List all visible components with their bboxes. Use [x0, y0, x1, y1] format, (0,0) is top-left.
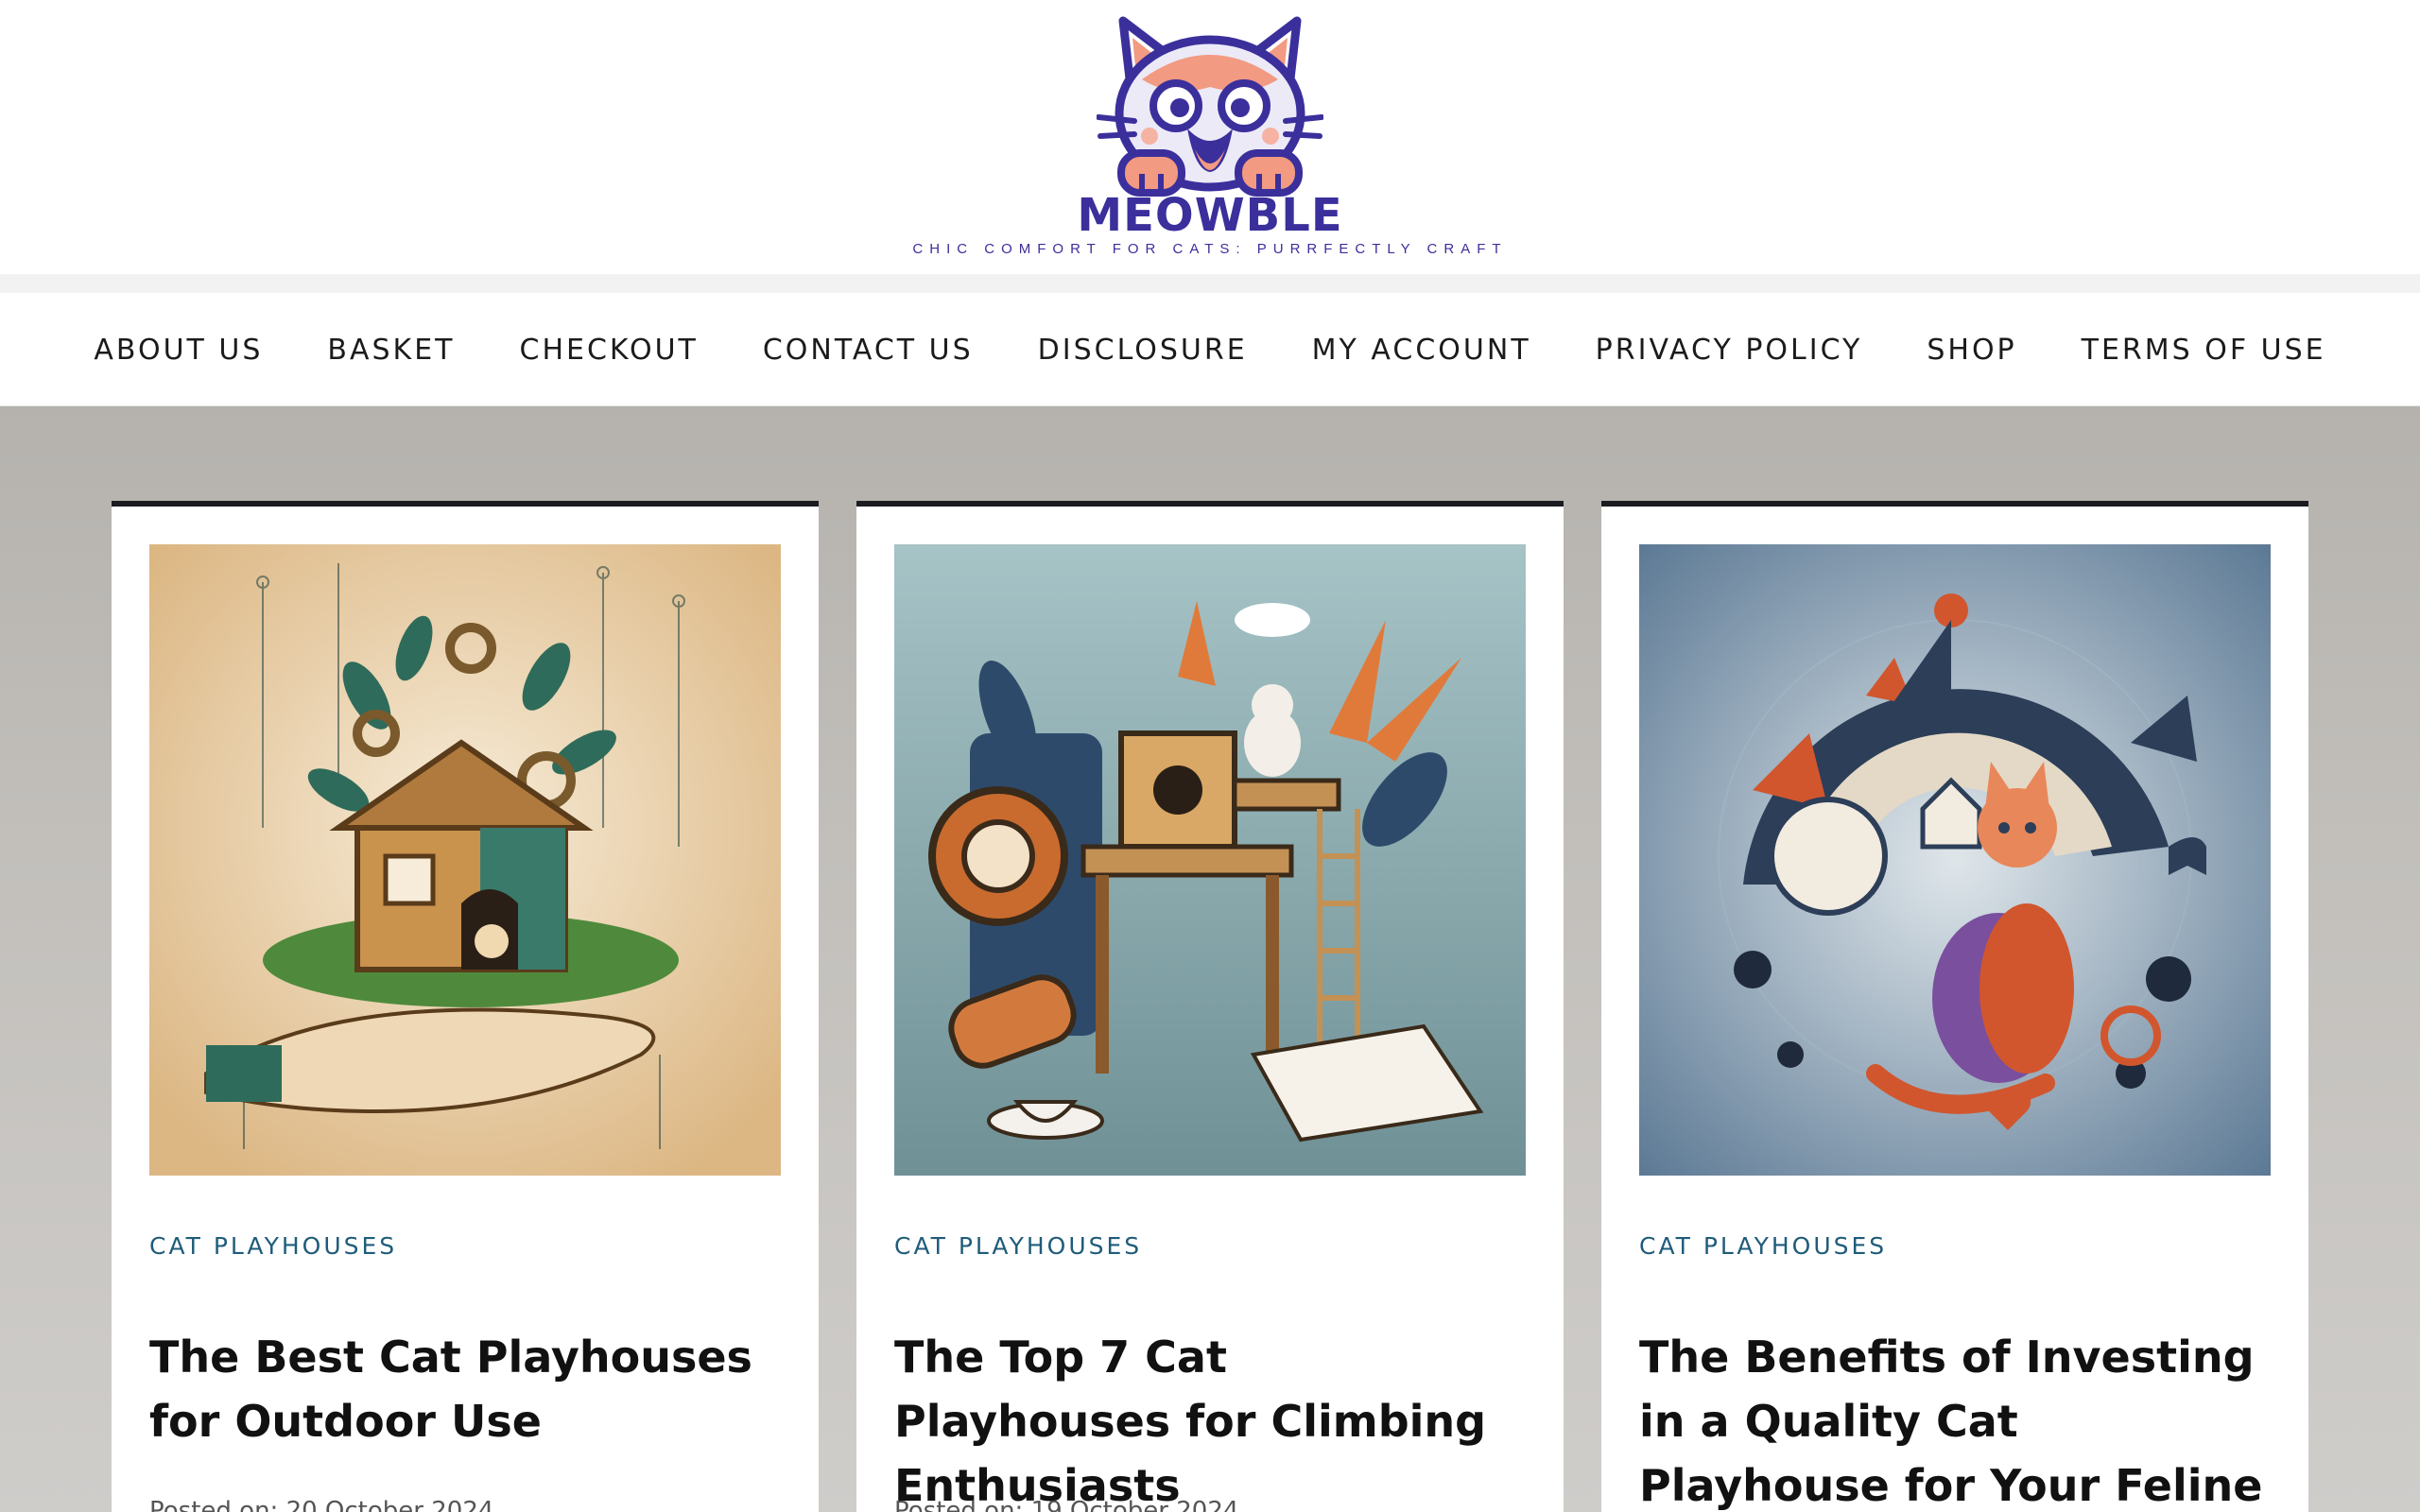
post-date: Posted on: 19 October 2024 [894, 1497, 1239, 1512]
site-header: MEOWBLE CHIC COMFORT FOR CATS: PURRFECTL… [0, 0, 2420, 274]
post-title[interactable]: The Benefits of Investing in a Quality C… [1639, 1325, 2263, 1512]
nav-item-terms-of-use[interactable]: TERMS OF USE [2049, 334, 2359, 367]
nav-item-shop[interactable]: SHOP [1894, 334, 2048, 367]
nav-item-privacy-policy[interactable]: PRIVACY POLICY [1564, 334, 1895, 367]
nav-item-checkout[interactable]: CHECKOUT [488, 334, 731, 367]
post-date: Posted on: 20 October 2024 [149, 1497, 494, 1512]
post-card: CAT PLAYHOUSES The Best Cat Playhouses f… [112, 501, 819, 1512]
site-tagline: CHIC COMFORT FOR CATS: PURRFECTLY CRAFT [912, 241, 1508, 257]
post-title[interactable]: The Top 7 Cat Playhouses for Climbing En… [894, 1325, 1518, 1512]
post-thumbnail[interactable] [894, 544, 1526, 1176]
brand-name[interactable]: MEOWBLE [0, 189, 2420, 242]
site-logo[interactable] [1097, 11, 1323, 219]
quality-playhouse-illustration-icon [1639, 544, 2271, 1176]
post-category[interactable]: CAT PLAYHOUSES [1639, 1232, 1887, 1260]
nav-item-disclosure[interactable]: DISCLOSURE [1006, 334, 1280, 367]
post-card: CAT PLAYHOUSES The Benefits of Investing… [1601, 501, 2308, 1512]
post-category[interactable]: CAT PLAYHOUSES [149, 1232, 397, 1260]
post-thumbnail[interactable] [149, 544, 781, 1176]
outdoor-playhouse-illustration-icon [149, 544, 781, 1176]
header-divider [0, 274, 2420, 293]
nav-item-my-account[interactable]: MY ACCOUNT [1280, 334, 1564, 367]
nav-item-basket[interactable]: BASKET [295, 334, 487, 367]
nav-item-contact-us[interactable]: CONTACT US [731, 334, 1006, 367]
nav-item-about-us[interactable]: ABOUT US [61, 334, 295, 367]
cat-logo-icon [1097, 16, 1323, 197]
climbing-playhouse-illustration-icon [894, 544, 1526, 1176]
post-category[interactable]: CAT PLAYHOUSES [894, 1232, 1142, 1260]
main-navigation: ABOUT US BASKET CHECKOUT CONTACT US DISC… [0, 293, 2420, 406]
post-card: CAT PLAYHOUSES The Top 7 Cat Playhouses … [856, 501, 1564, 1512]
post-thumbnail[interactable] [1639, 544, 2271, 1176]
nav-list: ABOUT US BASKET CHECKOUT CONTACT US DISC… [0, 293, 2420, 406]
post-title[interactable]: The Best Cat Playhouses for Outdoor Use [149, 1325, 773, 1453]
